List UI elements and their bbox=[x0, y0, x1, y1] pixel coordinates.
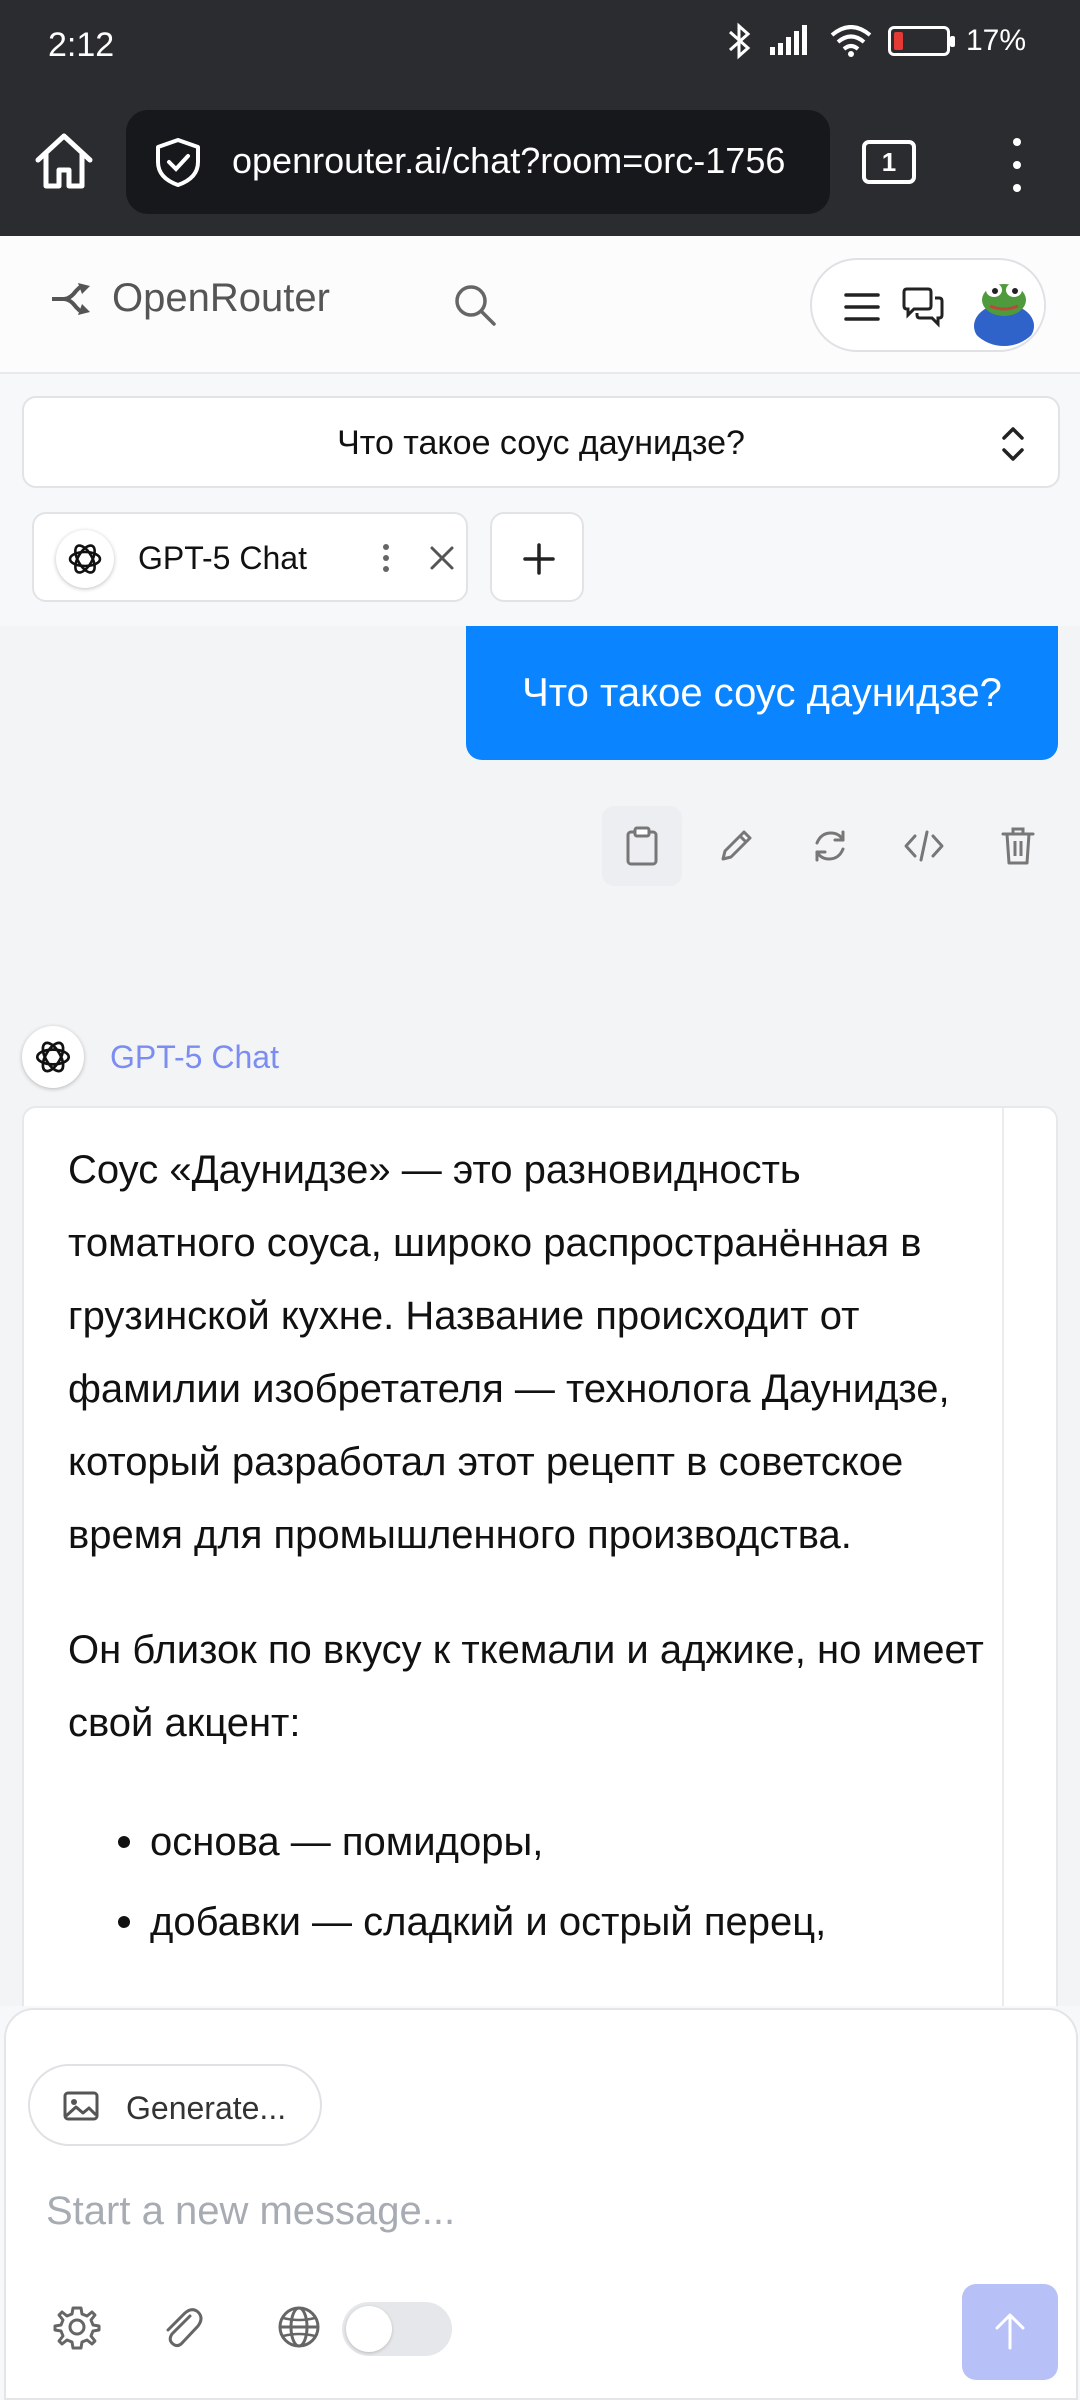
answer-paragraph: Соус «Даунидзе» — это разновидность тома… bbox=[68, 1148, 950, 1557]
user-avatar-image bbox=[964, 266, 1044, 346]
message-composer: Generate... bbox=[4, 2008, 1078, 2400]
avatar[interactable] bbox=[964, 266, 1044, 346]
openai-logo-icon bbox=[22, 1026, 84, 1088]
send-button[interactable] bbox=[962, 2284, 1058, 2380]
gear-icon[interactable] bbox=[50, 2300, 104, 2354]
refresh-icon bbox=[815, 830, 845, 862]
answer-list: основа — помидоры, добавки — сладкий и о… bbox=[68, 1802, 998, 1962]
url-text[interactable]: openrouter.ai/chat?room=orc-1756 bbox=[232, 140, 785, 182]
status-icons: 17% bbox=[726, 22, 1026, 60]
chevron-up-down-icon bbox=[1002, 427, 1024, 461]
clipboard-icon bbox=[626, 826, 658, 866]
openrouter-logo-icon bbox=[52, 282, 90, 315]
edit-button[interactable] bbox=[696, 806, 776, 886]
shield-icon[interactable] bbox=[152, 136, 204, 188]
arrow-up-icon bbox=[995, 2313, 1025, 2350]
pencil-icon bbox=[721, 830, 752, 861]
close-icon[interactable] bbox=[424, 540, 460, 576]
copy-button[interactable] bbox=[602, 806, 682, 886]
chat-rooms-icon[interactable] bbox=[900, 286, 946, 328]
trash-icon bbox=[1001, 827, 1035, 865]
generate-image-button[interactable]: Generate... bbox=[28, 2064, 322, 2146]
regenerate-button[interactable] bbox=[790, 806, 870, 886]
delete-button[interactable] bbox=[978, 806, 1058, 886]
message-input[interactable] bbox=[46, 2176, 1026, 2246]
answer-paragraph: Он близок по вкусу к ткемали и аджике, н… bbox=[68, 1628, 984, 1745]
globe-icon[interactable] bbox=[272, 2300, 326, 2354]
assistant-message-content: Соус «Даунидзе» — это разновидность тома… bbox=[68, 1134, 998, 1962]
chat-messages[interactable]: Что такое соус даунидзе? GPT-5 Chat Соус… bbox=[0, 626, 1080, 2006]
assistant-message: Соус «Даунидзе» — это разновидность тома… bbox=[22, 1106, 1058, 2006]
openai-logo-icon bbox=[56, 530, 114, 588]
bluetooth-icon bbox=[728, 22, 751, 60]
plus-icon bbox=[523, 543, 555, 575]
message-actions bbox=[602, 806, 1058, 886]
wifi-icon bbox=[830, 25, 872, 57]
toggle-knob bbox=[346, 2306, 392, 2352]
openrouter-logo[interactable]: OpenRouter bbox=[50, 276, 330, 321]
browser-menu-button[interactable] bbox=[1002, 130, 1032, 200]
assistant-header: GPT-5 Chat bbox=[22, 1026, 279, 1088]
list-item: добавки — сладкий и острый перец, bbox=[68, 1882, 998, 1962]
image-icon bbox=[63, 2091, 99, 2121]
view-source-button[interactable] bbox=[884, 806, 964, 886]
home-icon[interactable] bbox=[28, 126, 100, 198]
battery-level bbox=[893, 32, 903, 50]
model-options-icon[interactable] bbox=[380, 538, 392, 578]
model-tab[interactable]: GPT-5 Chat bbox=[32, 512, 468, 602]
chat-title: Что такое соус даунидзе? bbox=[337, 424, 745, 462]
code-icon bbox=[904, 830, 944, 862]
add-model-button[interactable] bbox=[490, 512, 584, 602]
signal-icon bbox=[769, 25, 807, 55]
assistant-model-name[interactable]: GPT-5 Chat bbox=[110, 1039, 279, 1076]
paperclip-icon[interactable] bbox=[154, 2300, 208, 2354]
header-actions bbox=[810, 258, 1046, 352]
user-message: Что такое соус даунидзе? bbox=[466, 626, 1058, 760]
menu-icon[interactable] bbox=[842, 290, 882, 324]
web-search-toggle[interactable] bbox=[342, 2302, 452, 2356]
answer-divider bbox=[1002, 1108, 1004, 2006]
battery-percent: 17% bbox=[965, 24, 1026, 57]
tab-switcher-button[interactable]: 1 bbox=[862, 140, 916, 184]
status-time: 2:12 bbox=[48, 26, 115, 64]
search-icon[interactable] bbox=[452, 282, 498, 328]
chat-title-selector[interactable]: Что такое соус даунидзе? bbox=[22, 396, 1060, 488]
generate-image-label: Generate... bbox=[126, 2090, 287, 2126]
status-bar: 2:12 17% bbox=[0, 0, 1080, 96]
address-bar[interactable]: openrouter.ai/chat?room=orc-1756 bbox=[126, 110, 830, 214]
browser-toolbar: openrouter.ai/chat?room=orc-1756 1 bbox=[0, 96, 1080, 236]
model-tab-name: GPT-5 Chat bbox=[138, 540, 307, 576]
brand-name: OpenRouter bbox=[112, 276, 330, 320]
battery-icon bbox=[887, 26, 955, 56]
site-header: OpenRouter bbox=[0, 236, 1080, 374]
list-item: основа — помидоры, bbox=[68, 1802, 998, 1882]
